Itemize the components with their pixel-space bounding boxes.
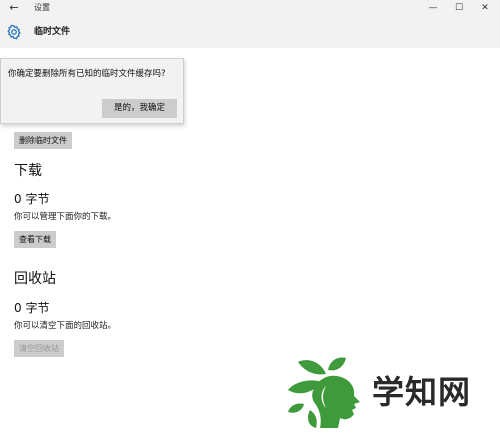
close-button[interactable]: ✕	[472, 0, 498, 16]
empty-recycle-bin-button: 清空回收站	[14, 340, 64, 357]
leaf-face-logo-icon	[288, 357, 360, 428]
delete-temp-files-button[interactable]: 删除临时文件	[14, 132, 72, 149]
maximize-button[interactable]: ☐	[446, 0, 472, 16]
settings-window: ← 设置 — ☐ ✕ 临时文件 你确定要删除所有已知的临时文件缓存吗? 是的，我…	[0, 0, 500, 437]
downloads-size: 0 字节	[14, 192, 50, 206]
downloads-title: 下载	[14, 163, 42, 179]
confirm-flyout: 你确定要删除所有已知的临时文件缓存吗? 是的，我确定	[0, 58, 184, 124]
app-title: 设置	[34, 3, 50, 12]
watermark: 学知网	[286, 356, 486, 431]
page-title: 临时文件	[34, 27, 71, 37]
page-header: 临时文件	[0, 16, 500, 48]
recycle-bin-size: 0 字节	[14, 301, 50, 315]
title-bar: ← 设置 — ☐ ✕	[0, 0, 500, 16]
minimize-button[interactable]: —	[420, 0, 446, 16]
gear-icon	[7, 24, 21, 40]
recycle-bin-title: 回收站	[14, 271, 56, 287]
watermark-text: 学知网	[372, 373, 472, 411]
confirm-message: 你确定要删除所有已知的临时文件缓存吗?	[8, 69, 166, 79]
recycle-bin-description: 你可以清空下面的回收站。	[14, 321, 117, 331]
confirm-button[interactable]: 是的，我确定	[102, 99, 177, 118]
downloads-description: 你可以管理下面你的下载。	[14, 212, 117, 222]
back-button[interactable]: ←	[6, 0, 22, 16]
view-downloads-button[interactable]: 查看下载	[14, 231, 56, 248]
